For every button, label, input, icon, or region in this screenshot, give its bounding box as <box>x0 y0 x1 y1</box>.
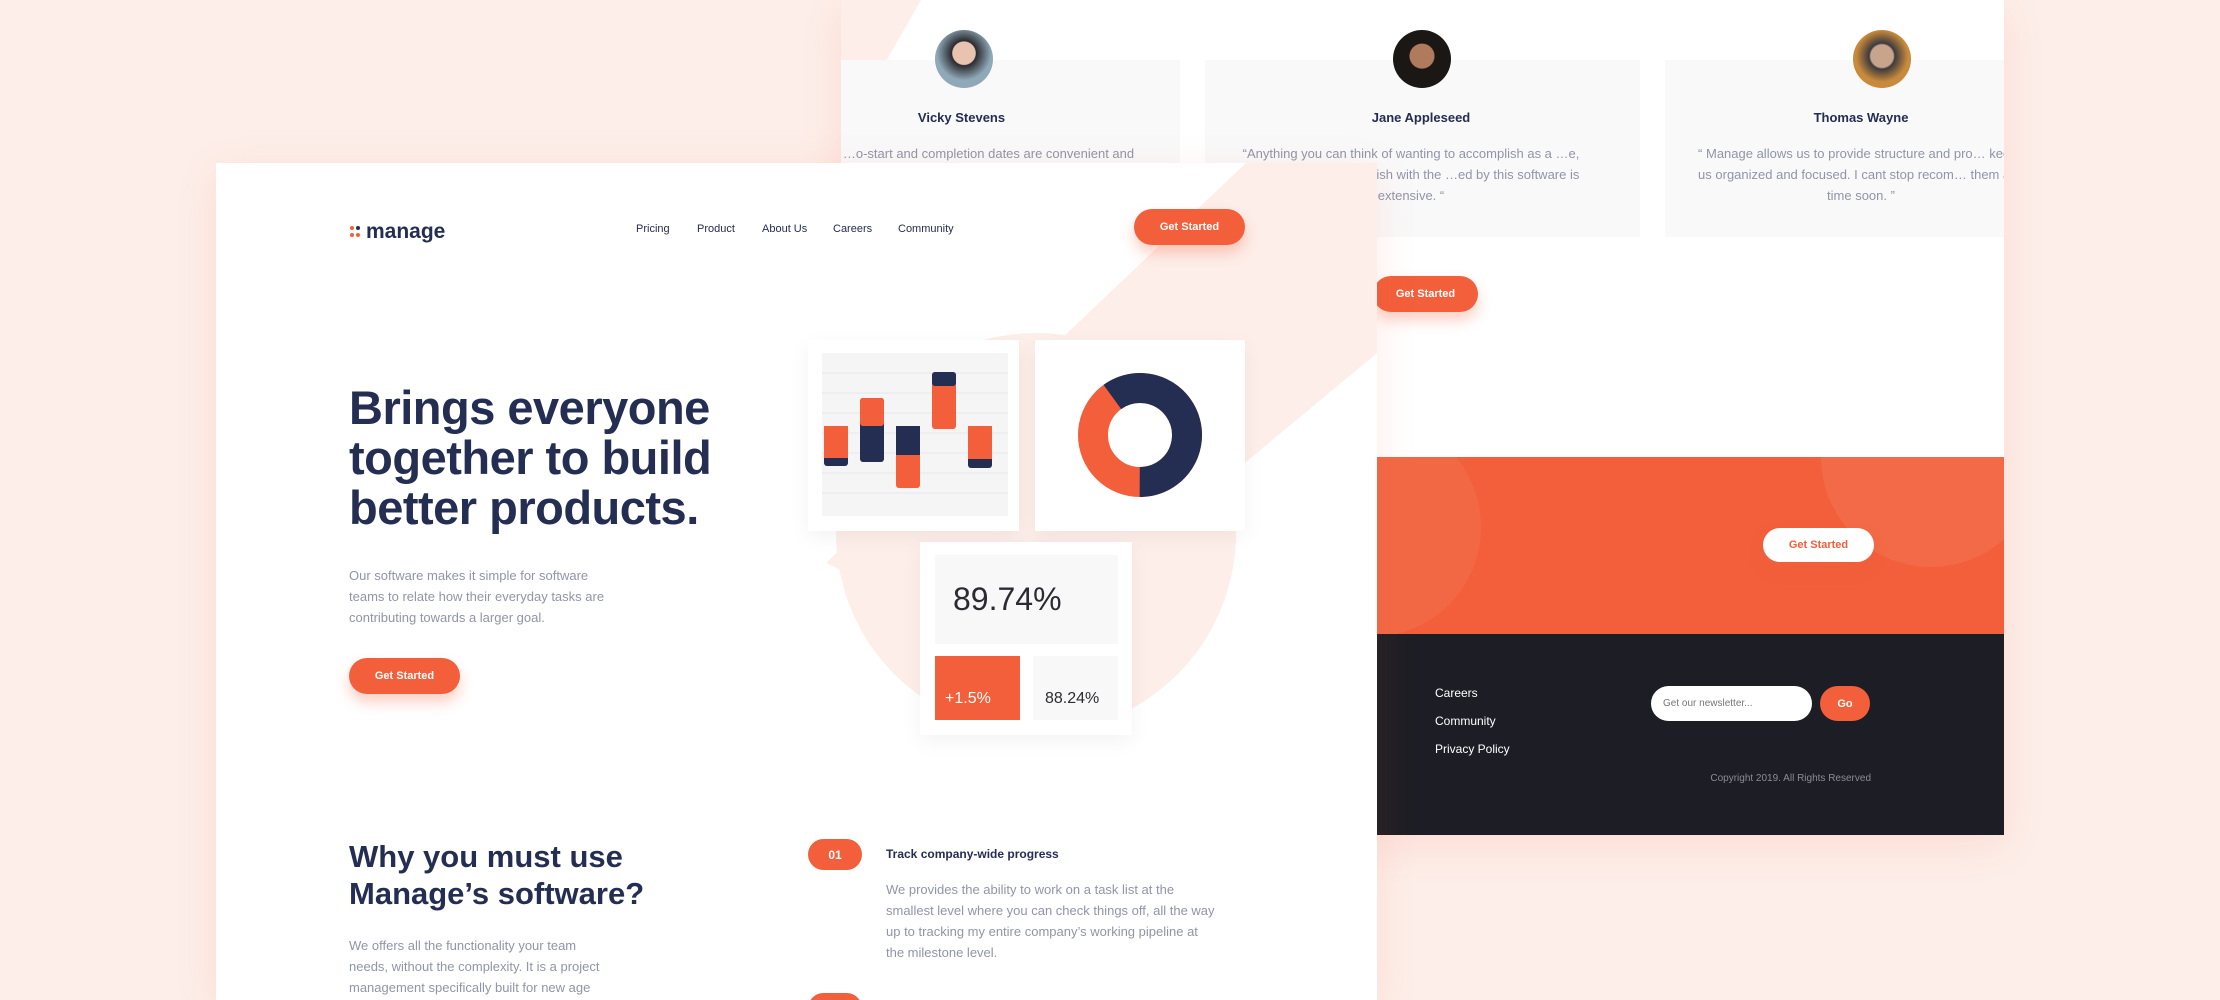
testimonial-quote: “ Manage allows us to provide structure … <box>1698 146 2004 203</box>
avatar <box>1853 30 1911 88</box>
donut-chart-card <box>1035 340 1245 531</box>
footer-link-careers[interactable]: Careers <box>1435 686 1478 700</box>
logo-dots-icon <box>350 226 360 237</box>
text-line: management specifically built for new ag… <box>349 980 591 995</box>
testimonial-name: Thomas Wayne <box>1813 110 1909 125</box>
hero-title-line: together to build <box>349 431 712 484</box>
newsletter-go-button[interactable]: Go <box>1820 686 1870 721</box>
hero-title: Brings everyone together to build better… <box>349 381 712 534</box>
donut-chart <box>1078 373 1202 497</box>
text-line: We provides the ability to work on a tas… <box>886 882 1175 897</box>
front-page: manage Pricing Product About Us Careers … <box>216 163 1377 1000</box>
why-description: We offers all the functionality your tea… <box>349 935 600 998</box>
stats-card: 89.74% +1.5% 88.24% <box>920 542 1132 735</box>
testimonial-name: Vicky Stevens <box>917 110 1006 125</box>
nav-careers[interactable]: Careers <box>833 223 872 235</box>
bar <box>824 426 848 458</box>
newsletter-input[interactable] <box>1651 686 1812 721</box>
feature-number-badge: 01 <box>808 839 862 870</box>
bar <box>968 426 992 459</box>
banner-get-started-button[interactable]: Get Started <box>1763 528 1874 562</box>
bar <box>932 372 956 386</box>
why-title-line: Why you must use <box>349 839 623 874</box>
why-title-line: Manage’s software? <box>349 876 645 911</box>
hero-title-line: Brings everyone <box>349 381 710 434</box>
hero-get-started-button[interactable]: Get Started <box>349 658 460 694</box>
text-line: teams to relate how their everyday tasks… <box>349 589 605 604</box>
feature-title: Track company-wide progress <box>886 847 1059 861</box>
testimonial-quote: …o-start and completion dates are conven… <box>842 146 1135 161</box>
nav-pricing[interactable]: Pricing <box>636 223 670 235</box>
bar <box>860 398 884 426</box>
hero-description: Our software makes it simple for softwar… <box>349 565 604 628</box>
footer-link-community[interactable]: Community <box>1435 714 1496 728</box>
logo[interactable]: manage <box>349 220 445 244</box>
text-line: contributing towards a larger goal. <box>349 610 545 625</box>
footer-link-privacy[interactable]: Privacy Policy <box>1435 742 1510 756</box>
why-title: Why you must use Manage’s software? <box>349 838 644 912</box>
bar-chart-card <box>808 340 1019 531</box>
nav-community[interactable]: Community <box>898 223 954 235</box>
testimonial-name: Jane Appleseed <box>1371 110 1471 125</box>
hero-title-line: better products. <box>349 481 699 534</box>
header-get-started-button[interactable]: Get Started <box>1134 209 1245 245</box>
text-line: Our software makes it simple for softwar… <box>349 568 589 583</box>
stat-change: +1.5% <box>935 656 1020 720</box>
text-line: smallest level where you can check thing… <box>886 903 1215 918</box>
avatar <box>1393 30 1451 88</box>
bar <box>896 426 920 455</box>
text-line: the milestone level. <box>886 945 998 960</box>
feature-description: We provides the ability to work on a tas… <box>886 879 1215 963</box>
text-line: needs, without the complexity. It is a p… <box>349 959 600 974</box>
get-started-button[interactable]: Get Started <box>1373 276 1478 312</box>
copyright: Copyright 2019. All Rights Reserved <box>1710 773 1871 784</box>
nav-about-us[interactable]: About Us <box>762 223 807 235</box>
bar-chart <box>822 353 1008 516</box>
text-line: We offers all the functionality your tea… <box>349 938 577 953</box>
stat-secondary: 88.24% <box>1033 656 1118 720</box>
stat-main: 89.74% <box>935 555 1118 644</box>
logo-text: manage <box>366 220 446 243</box>
text-line: up to tracking my entire company’s worki… <box>886 924 1198 939</box>
avatar <box>935 30 993 88</box>
feature-number-badge <box>808 993 862 1000</box>
nav-product[interactable]: Product <box>697 223 735 235</box>
